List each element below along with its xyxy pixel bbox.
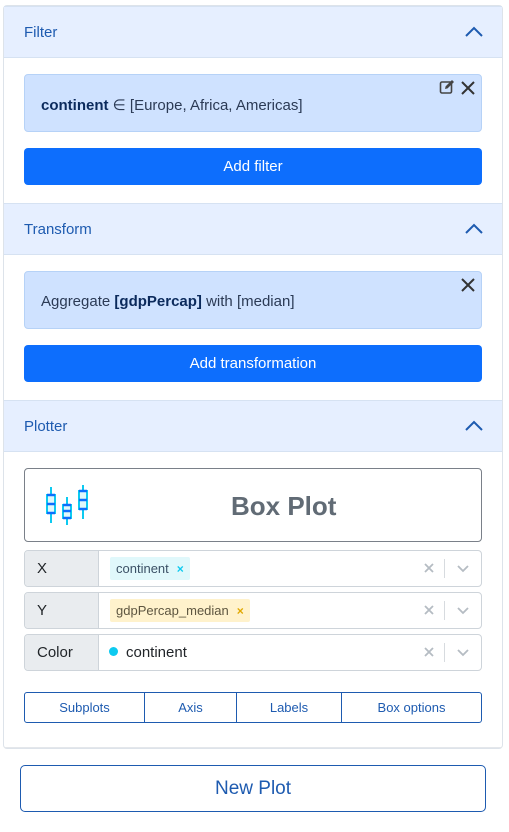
chevron-down-icon[interactable] bbox=[456, 648, 470, 657]
x-value-tag: continent × bbox=[110, 557, 190, 580]
add-transformation-button[interactable]: Add transformation bbox=[24, 345, 482, 382]
divider bbox=[4, 747, 502, 748]
plot-type-label: Box Plot bbox=[231, 491, 337, 521]
filter-operator: ∈ bbox=[112, 97, 126, 114]
filter-card: continent ∈ [Europe, Africa, Americas] bbox=[24, 74, 482, 132]
tab-axis[interactable]: Axis bbox=[145, 693, 237, 722]
chevron-down-icon[interactable] bbox=[456, 606, 470, 615]
tab-box-options[interactable]: Box options bbox=[342, 693, 481, 722]
clear-icon[interactable] bbox=[423, 604, 435, 616]
filter-section-title: Filter bbox=[24, 24, 58, 41]
filter-values: [Europe, Africa, Americas] bbox=[129, 97, 303, 114]
color-value-text: continent bbox=[126, 644, 187, 661]
tab-labels[interactable]: Labels bbox=[237, 693, 342, 722]
color-field[interactable]: Color continent bbox=[24, 634, 482, 671]
color-field-label: Color bbox=[25, 635, 99, 670]
transform-prefix: Aggregate bbox=[41, 293, 111, 310]
add-filter-button[interactable]: Add filter bbox=[24, 148, 482, 185]
transform-card-text: Aggregate [gdpPercap] with [median] bbox=[41, 293, 295, 310]
tag-remove-icon[interactable]: × bbox=[177, 562, 184, 576]
filter-card-text: continent ∈ [Europe, Africa, Americas] bbox=[41, 96, 303, 114]
box-plot-icon bbox=[46, 485, 88, 525]
chevron-up-icon[interactable] bbox=[464, 222, 484, 236]
y-field[interactable]: Y gdpPercap_median × bbox=[24, 592, 482, 629]
x-value-text: continent bbox=[116, 561, 169, 576]
plotter-section-title: Plotter bbox=[24, 418, 68, 435]
tag-remove-icon[interactable]: × bbox=[237, 604, 244, 618]
transform-card: Aggregate [gdpPercap] with [median] bbox=[24, 271, 482, 329]
transform-section-header[interactable]: Transform bbox=[4, 203, 502, 255]
edit-icon[interactable] bbox=[439, 79, 455, 95]
transform-agg: [median] bbox=[236, 293, 295, 310]
clear-icon[interactable] bbox=[423, 562, 435, 574]
color-dot-icon bbox=[109, 647, 118, 656]
filter-section-header[interactable]: Filter bbox=[4, 6, 502, 58]
filter-field: continent bbox=[41, 97, 109, 114]
chevron-up-icon[interactable] bbox=[464, 419, 484, 433]
chevron-up-icon[interactable] bbox=[464, 25, 484, 39]
close-icon[interactable] bbox=[459, 79, 477, 97]
plot-options-tabs: Subplots Axis Labels Box options bbox=[24, 692, 482, 723]
clear-icon[interactable] bbox=[423, 646, 435, 658]
chevron-down-icon[interactable] bbox=[456, 564, 470, 573]
plotter-section-header[interactable]: Plotter bbox=[4, 400, 502, 452]
separator bbox=[444, 643, 445, 662]
new-plot-button[interactable]: New Plot bbox=[20, 765, 486, 812]
x-field-label: X bbox=[25, 551, 99, 586]
close-icon[interactable] bbox=[459, 276, 477, 294]
x-field[interactable]: X continent × bbox=[24, 550, 482, 587]
y-value-text: gdpPercap_median bbox=[116, 603, 229, 618]
plot-type-selector[interactable]: Box Plot bbox=[24, 468, 482, 542]
separator bbox=[444, 601, 445, 620]
transform-section-title: Transform bbox=[24, 221, 92, 238]
y-field-label: Y bbox=[25, 593, 99, 628]
transform-middle: with bbox=[206, 293, 233, 310]
transform-column: [gdpPercap] bbox=[114, 293, 202, 310]
y-value-tag: gdpPercap_median × bbox=[110, 599, 250, 622]
tab-subplots[interactable]: Subplots bbox=[25, 693, 145, 722]
separator bbox=[444, 559, 445, 578]
color-value: continent bbox=[109, 635, 187, 670]
